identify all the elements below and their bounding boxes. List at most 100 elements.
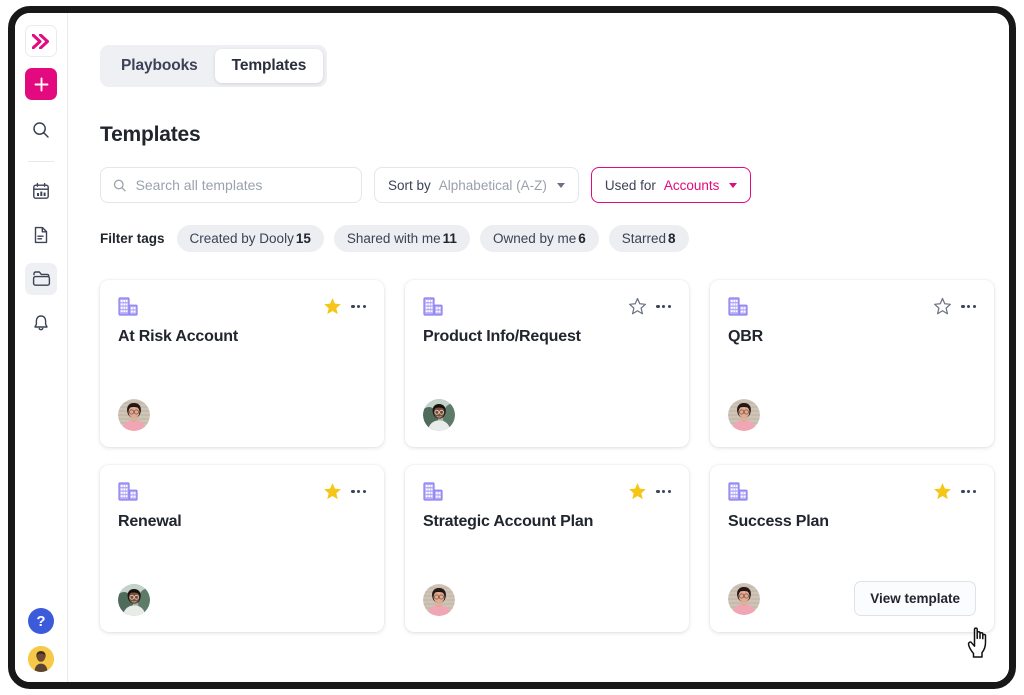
chip-label: Starred [621, 231, 667, 246]
star-outline-icon[interactable] [628, 297, 647, 316]
card-footer: View template [728, 581, 976, 616]
tab-templates[interactable]: Templates [214, 49, 324, 83]
building-icon [423, 297, 443, 316]
chip-count: 8 [668, 231, 676, 246]
document-icon [34, 226, 48, 244]
filter-tags-row: Filter tags Created by Dooly 15 Shared wi… [100, 225, 977, 252]
card-actions [323, 297, 366, 316]
avatar-image [423, 399, 455, 431]
card-actions [628, 482, 671, 501]
chip-label: Shared with me [346, 231, 441, 246]
avatar-image [118, 584, 150, 616]
building-icon [728, 297, 748, 316]
tab-playbooks[interactable]: Playbooks [104, 49, 215, 83]
card-menu-button[interactable] [656, 301, 671, 312]
avatar-image [118, 399, 150, 431]
chip-count: 11 [442, 231, 457, 246]
avatar [118, 584, 150, 616]
card-title: Strategic Account Plan [423, 513, 594, 530]
calendar-icon [33, 182, 49, 199]
filter-chip-shared-with-me[interactable]: Shared with me 11 [333, 225, 470, 252]
dooly-logo-icon [31, 33, 49, 49]
user-avatar-image [28, 646, 54, 672]
card-header [728, 297, 976, 316]
avatar [728, 399, 760, 431]
bell-icon [34, 315, 48, 331]
star-filled-icon[interactable] [323, 482, 342, 501]
view-tabs: Playbooks Templates [100, 45, 328, 87]
building-icon [118, 297, 138, 316]
filter-chip-created-by-dooly[interactable]: Created by Dooly 15 [176, 225, 324, 252]
card-title: Renewal [118, 513, 182, 530]
building-icon [423, 482, 443, 501]
sidebar-item-calendar[interactable] [25, 175, 57, 207]
card-header [423, 482, 671, 501]
chip-count: 6 [578, 231, 586, 246]
card-title: Success Plan [728, 513, 829, 530]
building-icon [118, 482, 138, 501]
sort-by-dropdown[interactable]: Sort by Alphabetical (A-Z) [374, 167, 579, 203]
card-actions [628, 297, 671, 316]
avatar [118, 399, 150, 431]
card-menu-button[interactable] [351, 301, 366, 312]
view-template-button[interactable]: View template [854, 581, 976, 616]
used-for-dropdown[interactable]: Used for Accounts [590, 167, 752, 203]
template-card-grid: At Risk Account Product Info/Request QBR… [100, 280, 994, 632]
filter-tags-label: Filter tags [100, 231, 165, 246]
star-outline-icon[interactable] [933, 297, 952, 316]
chevron-down-icon [556, 182, 565, 188]
card-menu-button[interactable] [656, 486, 671, 497]
card-footer [118, 584, 366, 616]
template-card[interactable]: Product Info/Request [405, 280, 689, 447]
card-header [118, 482, 366, 501]
sort-by-label: Sort by [388, 177, 431, 193]
filter-chip-starred[interactable]: Starred 8 [608, 225, 689, 252]
help-button[interactable]: ? [28, 608, 54, 634]
template-card[interactable]: Success Plan View template [710, 465, 994, 632]
avatar-image [728, 582, 760, 615]
search-input[interactable] [135, 177, 349, 193]
app-window: ? Playbooks Templates Templates Search a… [15, 13, 1009, 682]
used-for-value: Accounts [663, 177, 720, 193]
card-menu-button[interactable] [961, 486, 976, 497]
sidebar-item-notifications[interactable] [25, 307, 57, 339]
user-avatar[interactable] [28, 646, 54, 672]
card-header [423, 297, 671, 316]
card-actions [323, 482, 366, 501]
card-actions [933, 297, 976, 316]
sidebar-item-playbooks[interactable] [25, 263, 57, 295]
template-card[interactable]: Renewal [100, 465, 384, 632]
sidebar-divider [28, 161, 54, 162]
card-title: At Risk Account [118, 328, 238, 345]
controls-row: Sort by Alphabetical (A-Z) Used for Acco… [100, 167, 977, 203]
left-sidebar: ? [15, 13, 68, 682]
sidebar-item-search[interactable] [25, 114, 57, 146]
card-footer [423, 399, 671, 431]
card-actions [933, 482, 976, 501]
chevron-down-icon [729, 182, 738, 188]
plus-icon [34, 77, 48, 91]
page-title: Templates [100, 123, 201, 146]
star-filled-icon[interactable] [628, 482, 647, 501]
avatar [728, 582, 760, 615]
sidebar-item-dooly-logo[interactable] [25, 25, 57, 57]
sidebar-item-notes[interactable] [25, 219, 57, 251]
main-content: Playbooks Templates Templates Search all… [68, 13, 1009, 682]
chip-label: Owned by me [492, 231, 577, 246]
avatar-image [423, 584, 455, 616]
sidebar-item-create-new[interactable] [25, 68, 57, 100]
template-card[interactable]: Strategic Account Plan [405, 465, 689, 632]
star-filled-icon[interactable] [933, 482, 952, 501]
card-title: Product Info/Request [423, 328, 581, 345]
template-card[interactable]: QBR [710, 280, 994, 447]
card-header [728, 482, 976, 501]
card-footer [728, 399, 976, 431]
card-menu-button[interactable] [351, 486, 366, 497]
template-card[interactable]: At Risk Account [100, 280, 384, 447]
star-filled-icon[interactable] [323, 297, 342, 316]
filter-chip-owned-by-me[interactable]: Owned by me 6 [479, 225, 599, 252]
search-icon [33, 122, 49, 138]
card-menu-button[interactable] [961, 301, 976, 312]
building-icon [728, 482, 748, 501]
search-box[interactable] [100, 167, 362, 203]
